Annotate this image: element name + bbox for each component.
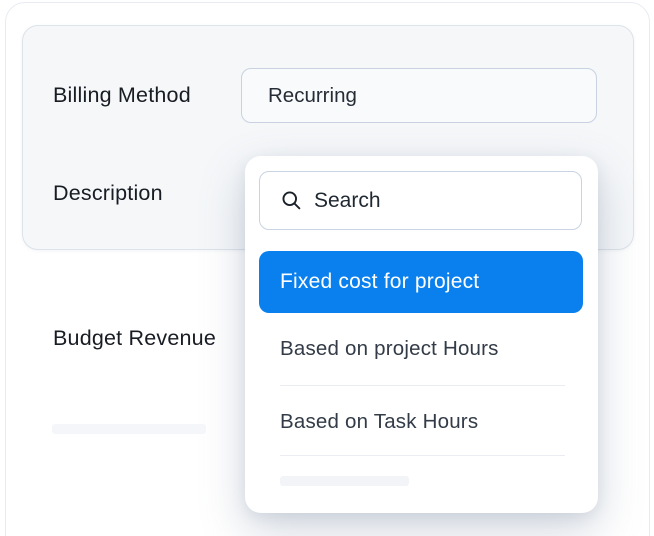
description-dropdown-menu: Fixed cost for project Based on project … (245, 156, 598, 513)
billing-method-label: Billing Method (53, 83, 191, 108)
search-icon (281, 190, 302, 211)
dropdown-option-label: Based on Task Hours (280, 410, 478, 434)
dropdown-search-input[interactable] (312, 188, 556, 214)
dropdown-option-label: Based on project Hours (280, 337, 499, 361)
skeleton-bar (52, 424, 206, 434)
dropdown-option-label: Fixed cost for project (280, 270, 479, 294)
dropdown-divider (280, 455, 565, 456)
dropdown-search-box[interactable] (259, 171, 582, 230)
dropdown-option-project-hours[interactable]: Based on project Hours (245, 313, 598, 385)
billing-method-value: Recurring (268, 84, 357, 108)
budget-revenue-label: Budget Revenue (53, 326, 216, 351)
description-label: Description (53, 181, 163, 206)
skeleton-bar (280, 476, 409, 486)
billing-settings-screen: Billing Method Recurring Description Fix… (0, 0, 654, 536)
billing-method-select[interactable]: Recurring (241, 68, 597, 123)
dropdown-option-fixed-cost[interactable]: Fixed cost for project (259, 251, 583, 313)
dropdown-option-task-hours[interactable]: Based on Task Hours (245, 386, 598, 458)
